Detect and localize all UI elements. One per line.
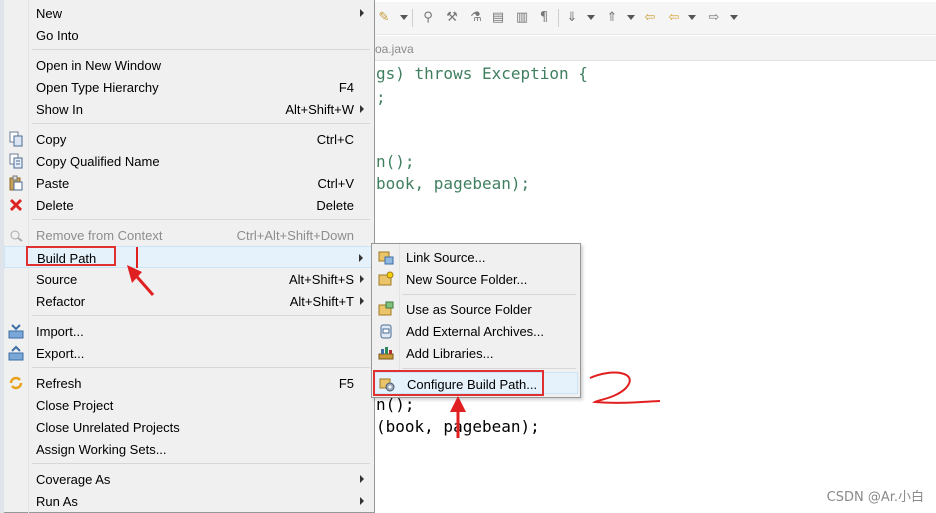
arrow-1-annotation [127, 247, 155, 296]
annotation-overlay [127, 247, 661, 438]
watermark: CSDN @Ar.小白 [826, 490, 924, 505]
arrow-2-annotation [450, 396, 466, 438]
number-two-annotation [589, 371, 661, 404]
